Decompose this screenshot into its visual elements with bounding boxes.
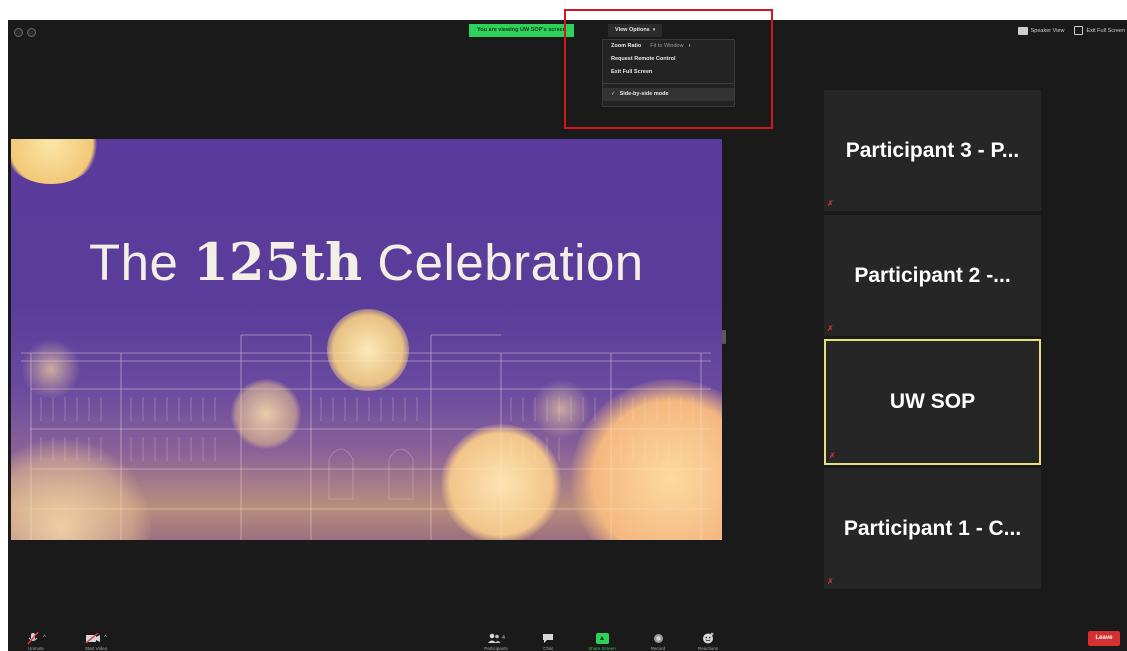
participant-tile[interactable]: Participant 1 - C... ✗: [824, 468, 1041, 589]
participant-name: Participant 3 - P...: [845, 138, 1020, 162]
chat-label: Chat: [543, 646, 553, 651]
slide-title-bold: 125th: [193, 233, 363, 293]
meeting-info-icon[interactable]: [14, 28, 23, 37]
start-video-button[interactable]: ^ Start Video: [76, 631, 116, 651]
record-icon: [653, 631, 664, 645]
meeting-toolbar: ^ Unmute ^ Start Video 4 Participants Ch…: [8, 623, 1127, 651]
top-right-controls: Speaker View Exit Full Screen: [1017, 26, 1125, 35]
participants-icon: 4: [487, 631, 505, 645]
annotation-highlight-box: [564, 9, 773, 129]
participant-tile[interactable]: Participant 3 - P... ✗: [824, 90, 1041, 211]
participants-count: 4: [502, 635, 505, 641]
share-screen-label: Share Screen: [588, 646, 616, 651]
speaker-view-label: Speaker View: [1030, 27, 1065, 34]
share-screen-icon-wrap: ▲: [595, 631, 609, 645]
video-off-icon: ^: [85, 631, 107, 645]
slide-title-prefix: The: [89, 234, 194, 291]
splitter-handle[interactable]: [722, 330, 726, 344]
viewing-screen-banner: You are viewing UW SOP's screen: [469, 24, 574, 37]
shared-screen: The 125th Celebration: [11, 139, 722, 540]
slide-title: The 125th Celebration: [89, 233, 644, 293]
security-shield-icon[interactable]: [27, 28, 36, 37]
participant-tile-active-speaker[interactable]: UW SOP ✗: [824, 339, 1041, 465]
chat-button[interactable]: Chat: [528, 631, 568, 651]
leave-button[interactable]: Leave: [1088, 631, 1120, 646]
slide-title-suffix: Celebration: [362, 234, 644, 291]
share-screen-button[interactable]: ▲ Share Screen: [582, 631, 622, 651]
mic-muted-icon: ✗: [829, 451, 836, 460]
speaker-view-icon: [1017, 26, 1028, 35]
participants-label: Participants: [484, 646, 508, 651]
mic-muted-icon: ✗: [827, 577, 834, 586]
participant-name: Participant 1 - C...: [843, 516, 1022, 540]
unmute-label: Unmute: [28, 646, 44, 651]
unmute-button[interactable]: ^ Unmute: [16, 631, 56, 651]
participant-tile[interactable]: Participant 2 -... ✗: [824, 215, 1041, 336]
reactions-label: Reactions: [697, 646, 718, 651]
reactions-button[interactable]: Reactions: [688, 631, 728, 651]
mic-muted-icon: ✗: [827, 199, 834, 208]
participants-button[interactable]: 4 Participants: [476, 631, 516, 651]
chat-bubble-icon: [542, 631, 554, 645]
participant-name: Participant 2 -...: [854, 263, 1011, 287]
speaker-view-button[interactable]: Speaker View: [1017, 26, 1065, 35]
record-label: Record: [650, 646, 666, 651]
exit-fullscreen-icon: [1074, 26, 1084, 35]
exit-full-screen-button[interactable]: Exit Full Screen: [1074, 26, 1125, 35]
share-screen-icon: ▲: [595, 632, 609, 644]
building-illustration: [21, 334, 711, 540]
start-video-label: Start Video: [84, 646, 108, 651]
mic-muted-icon: ✗: [827, 324, 834, 333]
window-controls: [14, 28, 36, 37]
participant-name: UW SOP: [889, 390, 976, 413]
mic-muted-icon: ^: [26, 631, 46, 645]
smiley-plus-icon: [702, 631, 715, 645]
exit-full-screen-label: Exit Full Screen: [1086, 27, 1125, 34]
record-button[interactable]: Record: [638, 631, 678, 651]
